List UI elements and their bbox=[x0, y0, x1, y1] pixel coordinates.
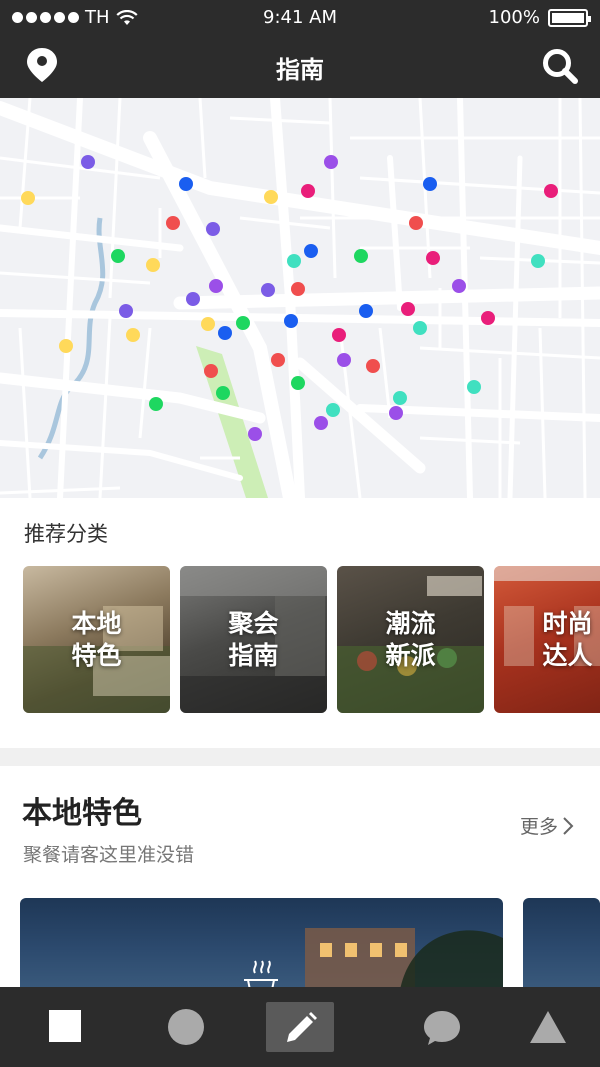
map-marker[interactable] bbox=[326, 403, 340, 417]
map-marker[interactable] bbox=[359, 304, 373, 318]
map-marker[interactable] bbox=[284, 314, 298, 328]
category-carousel[interactable]: 本地 特色 聚会 指南 潮流 新派 时尚 达人 bbox=[23, 566, 600, 714]
coffee-steam-icon bbox=[244, 960, 278, 990]
map-marker[interactable] bbox=[204, 364, 218, 378]
status-right: 100% bbox=[488, 7, 591, 28]
map-marker[interactable] bbox=[59, 339, 73, 353]
map-marker[interactable] bbox=[413, 321, 427, 335]
map-canvas bbox=[0, 98, 600, 498]
feature-title: 本地特色 bbox=[22, 796, 142, 831]
category-line2: 特色 bbox=[71, 640, 122, 670]
map-marker[interactable] bbox=[236, 316, 250, 330]
map-marker[interactable] bbox=[452, 279, 466, 293]
map-marker[interactable] bbox=[409, 216, 423, 230]
map-marker[interactable] bbox=[324, 155, 338, 169]
map-marker[interactable] bbox=[21, 191, 35, 205]
map-marker[interactable] bbox=[146, 258, 160, 272]
map-marker[interactable] bbox=[179, 177, 193, 191]
map-marker[interactable] bbox=[218, 326, 232, 340]
category-label: 时尚 达人 bbox=[494, 566, 600, 713]
map-marker[interactable] bbox=[166, 216, 180, 230]
page-title: 指南 bbox=[276, 56, 324, 84]
status-bar: TH 9:41 AM 100% bbox=[0, 0, 600, 36]
map-marker[interactable] bbox=[531, 254, 545, 268]
category-line1: 本地 bbox=[71, 608, 122, 638]
battery-icon bbox=[548, 8, 591, 27]
map-marker[interactable] bbox=[264, 190, 278, 204]
category-label: 本地 特色 bbox=[23, 566, 170, 713]
map-marker[interactable] bbox=[393, 391, 407, 405]
map-marker[interactable] bbox=[81, 155, 95, 169]
map-marker[interactable] bbox=[544, 184, 558, 198]
section-divider bbox=[0, 748, 600, 766]
triangle-icon[interactable] bbox=[528, 1009, 568, 1045]
map-marker[interactable] bbox=[291, 376, 305, 390]
feature-card-next[interactable] bbox=[523, 898, 600, 990]
circle-icon[interactable] bbox=[167, 1008, 205, 1046]
map-marker[interactable] bbox=[481, 311, 495, 325]
feature-subtitle: 聚餐请客这里准没错 bbox=[23, 844, 195, 866]
square-icon[interactable] bbox=[48, 1009, 82, 1043]
map-marker[interactable] bbox=[186, 292, 200, 306]
category-card-party[interactable]: 聚会 指南 bbox=[180, 566, 327, 713]
map-marker[interactable] bbox=[426, 251, 440, 265]
category-line1: 聚会 bbox=[228, 608, 279, 638]
map-view[interactable] bbox=[0, 98, 600, 498]
category-card-fashion[interactable]: 时尚 达人 bbox=[494, 566, 600, 713]
map-marker[interactable] bbox=[354, 249, 368, 263]
header-bar: TH 9:41 AM 100% 指南 bbox=[0, 0, 600, 98]
more-link[interactable]: 更多 bbox=[520, 812, 574, 839]
chat-bubble-icon[interactable] bbox=[422, 1008, 462, 1048]
category-line2: 新派 bbox=[385, 640, 436, 670]
map-marker[interactable] bbox=[401, 302, 415, 316]
pencil-icon[interactable] bbox=[283, 1010, 319, 1046]
category-line2: 指南 bbox=[228, 640, 279, 670]
category-label: 聚会 指南 bbox=[180, 566, 327, 713]
map-marker[interactable] bbox=[291, 282, 305, 296]
map-marker[interactable] bbox=[271, 353, 285, 367]
battery-percent: 100% bbox=[488, 7, 540, 28]
map-marker[interactable] bbox=[216, 386, 230, 400]
category-card-trendy[interactable]: 潮流 新派 bbox=[337, 566, 484, 713]
map-marker[interactable] bbox=[119, 304, 133, 318]
feature-card[interactable] bbox=[20, 898, 503, 990]
map-marker[interactable] bbox=[201, 317, 215, 331]
map-marker[interactable] bbox=[314, 416, 328, 430]
map-marker[interactable] bbox=[248, 427, 262, 441]
map-marker[interactable] bbox=[366, 359, 380, 373]
chevron-right-icon bbox=[563, 816, 574, 835]
tab-bar bbox=[0, 987, 600, 1067]
map-marker[interactable] bbox=[111, 249, 125, 263]
category-line1: 潮流 bbox=[385, 608, 436, 638]
map-marker[interactable] bbox=[301, 184, 315, 198]
map-marker[interactable] bbox=[206, 222, 220, 236]
map-marker[interactable] bbox=[149, 397, 163, 411]
map-marker[interactable] bbox=[467, 380, 481, 394]
map-marker[interactable] bbox=[287, 254, 301, 268]
category-line2: 达人 bbox=[542, 640, 593, 670]
map-marker[interactable] bbox=[337, 353, 351, 367]
restaurant-exterior-photo bbox=[244, 928, 503, 990]
map-marker[interactable] bbox=[332, 328, 346, 342]
more-label: 更多 bbox=[520, 816, 559, 838]
section-label-categories: 推荐分类 bbox=[24, 522, 108, 546]
search-icon[interactable] bbox=[540, 46, 580, 86]
map-marker[interactable] bbox=[389, 406, 403, 420]
map-marker[interactable] bbox=[261, 283, 275, 297]
category-label: 潮流 新派 bbox=[337, 566, 484, 713]
map-marker[interactable] bbox=[423, 177, 437, 191]
map-marker[interactable] bbox=[126, 328, 140, 342]
map-marker[interactable] bbox=[304, 244, 318, 258]
category-card-local[interactable]: 本地 特色 bbox=[23, 566, 170, 713]
category-line1: 时尚 bbox=[542, 608, 593, 638]
map-marker[interactable] bbox=[209, 279, 223, 293]
